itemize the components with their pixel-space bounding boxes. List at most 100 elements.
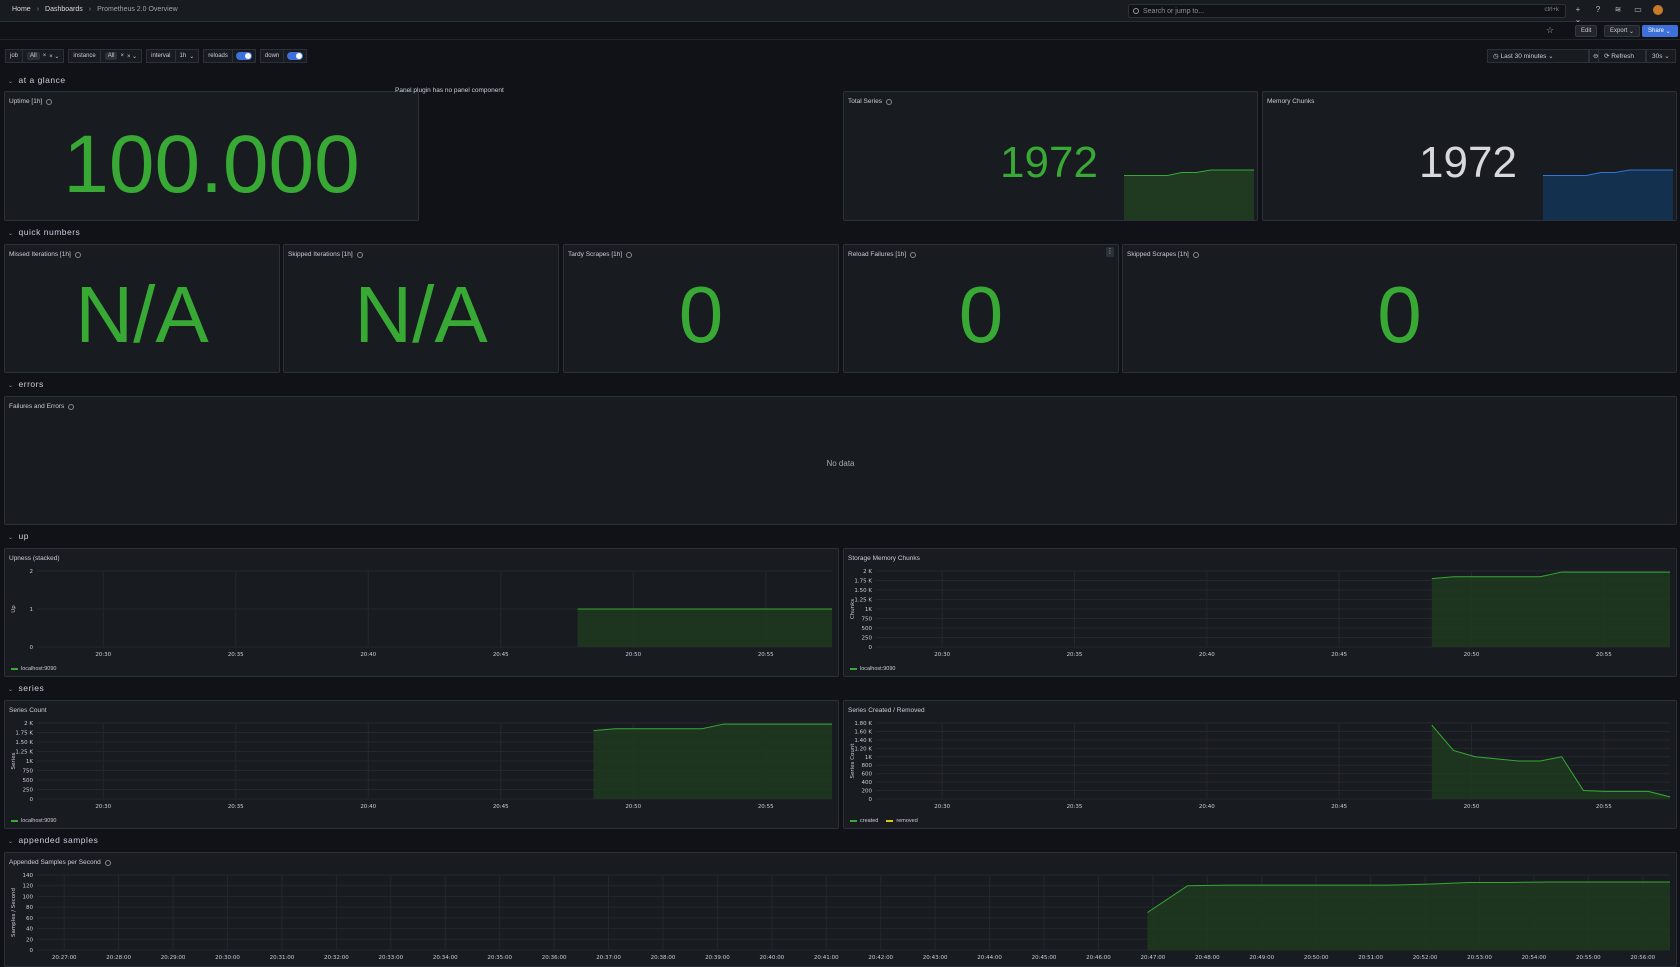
panel-tardy-scrapes[interactable]: Tardy Scrapes [1h] 0	[563, 244, 839, 373]
x-tick-label: 20:35:00	[487, 955, 512, 961]
breadcrumb-dashboards[interactable]: Dashboards	[45, 6, 83, 13]
skipped-value: N/A	[354, 270, 488, 359]
clear-icon[interactable]: × ⌄	[49, 53, 59, 60]
y-tick-label: 1.50 K	[854, 588, 872, 594]
chevron-down-icon: ⌄	[8, 383, 14, 389]
y-tick-label: 0	[30, 797, 34, 803]
y-tick-label: 80	[26, 905, 33, 911]
sparkline-area	[1124, 170, 1254, 220]
panel-storage-memory-chunks[interactable]: Storage Memory Chunks 0 250 500 750 1K 1.25 K…	[843, 548, 1677, 677]
reload-value: 0	[958, 270, 1004, 359]
x-tick-label: 20:41:00	[814, 955, 839, 961]
panel-series-created-removed[interactable]: Series Created / Removed 0 200 400 600 800 1K…	[843, 700, 1677, 829]
star-icon[interactable]: ☆	[1546, 25, 1554, 36]
share-button[interactable]: Share ⌄	[1642, 25, 1678, 37]
refresh-interval-picker[interactable]: 30s ⌄	[1646, 49, 1676, 63]
panel-memory-chunks[interactable]: Memory Chunks 1972	[1262, 91, 1677, 221]
y-tick-label: 100	[23, 894, 34, 900]
y-tick-label: 60	[26, 916, 33, 922]
dashboard-toolbar	[0, 22, 1680, 40]
info-icon[interactable]	[104, 859, 111, 866]
search-input[interactable]: Search or jump to... ctrl+k	[1128, 4, 1566, 18]
row-at-a-glance[interactable]: ⌄ at a glance	[8, 75, 66, 85]
news-icon[interactable]: ≋	[1613, 5, 1623, 15]
info-icon[interactable]	[1192, 251, 1199, 258]
legend-item-removed[interactable]: removed	[886, 818, 918, 824]
row-title: at a glance	[18, 75, 66, 85]
row-title: quick numbers	[18, 227, 81, 237]
panel-reload-failures[interactable]: Reload Failures [1h] ⋮ 0	[843, 244, 1119, 373]
x-tick-label: 20:45	[1331, 652, 1347, 658]
var-instance[interactable]: instance All × × ⌄	[68, 49, 143, 63]
clear-icon[interactable]: × ⌄	[127, 53, 137, 60]
legend-item[interactable]: localhost:9090	[11, 666, 56, 672]
y-axis-label: Up	[11, 605, 17, 613]
y-tick-label: 250	[862, 636, 873, 642]
panel-title: Upness (stacked)	[9, 555, 60, 562]
clock-icon: ◷	[1493, 53, 1501, 60]
info-icon[interactable]	[626, 251, 633, 258]
remove-icon[interactable]: ×	[43, 53, 47, 59]
panel-menu-icon[interactable]: ⋮	[1106, 247, 1114, 257]
info-icon[interactable]	[910, 251, 917, 258]
series-area	[1147, 882, 1670, 950]
legend-item-created[interactable]: created	[850, 818, 878, 824]
chevron-down-icon: ⌄	[8, 79, 14, 85]
row-appended-samples[interactable]: ⌄ appended samples	[8, 835, 98, 845]
avatar[interactable]	[1653, 5, 1663, 15]
panel-upness[interactable]: Upness (stacked) 0 1 2 20:30 20:35 20:40 20:45…	[4, 548, 839, 677]
y-tick-label: 500	[862, 626, 873, 632]
remove-icon[interactable]: ×	[120, 53, 124, 59]
var-job-value: All	[27, 52, 40, 60]
time-range-picker[interactable]: ◷ Last 30 minutes ⌄	[1487, 49, 1589, 63]
var-interval[interactable]: interval 1h ⌄	[146, 49, 200, 63]
info-icon[interactable]	[46, 98, 53, 105]
var-down[interactable]: down	[259, 49, 308, 63]
y-tick-label: 40	[26, 927, 33, 933]
panel-failures-and-errors[interactable]: Failures and Errors No data	[4, 396, 1677, 525]
tardy-value: 0	[678, 270, 724, 359]
info-icon[interactable]	[885, 98, 892, 105]
panel-skipped-scrapes[interactable]: Skipped Scrapes [1h] 0	[1122, 244, 1677, 373]
row-errors[interactable]: ⌄ errors	[8, 379, 44, 389]
panel-missed-iterations[interactable]: Missed Iterations [1h] N/A	[4, 244, 280, 373]
info-icon[interactable]	[74, 251, 81, 258]
plus-icon[interactable]: + ⌄	[1573, 5, 1583, 24]
panel-total-series[interactable]: Total Series 1972	[843, 91, 1258, 221]
panel-skipped-iterations[interactable]: Skipped Iterations [1h] N/A	[283, 244, 559, 373]
row-up[interactable]: ⌄ up	[8, 531, 29, 541]
info-icon[interactable]	[68, 403, 75, 410]
var-job[interactable]: job All × × ⌄	[5, 49, 65, 63]
breadcrumb-current: Prometheus 2.0 Overview	[97, 6, 178, 13]
refresh-button[interactable]: ⟳ Refresh	[1598, 49, 1646, 63]
x-tick-label: 20:40	[1199, 804, 1215, 810]
down-toggle[interactable]	[287, 52, 304, 60]
legend-item[interactable]: localhost:9090	[11, 818, 56, 824]
legend-item[interactable]: localhost:9090	[850, 666, 895, 672]
x-tick-label: 20:30	[95, 652, 111, 658]
panel-title: Appended Samples per Second	[9, 859, 101, 866]
x-tick-label: 20:50	[1464, 804, 1480, 810]
legend: localhost:9090	[11, 818, 56, 824]
search-shortcut: ctrl+k	[1544, 7, 1559, 13]
edit-button[interactable]: Edit	[1575, 25, 1598, 37]
panel-appended-samples[interactable]: Appended Samples per Second 0 20 40 60 80 100…	[4, 852, 1677, 967]
row-series[interactable]: ⌄ series	[8, 683, 44, 693]
row-quick-numbers[interactable]: ⌄ quick numbers	[8, 227, 80, 237]
breadcrumb-home[interactable]: Home	[12, 6, 31, 13]
help-icon[interactable]: ?	[1593, 5, 1603, 15]
reloads-toggle[interactable]	[235, 52, 252, 60]
breadcrumb: Home › Dashboards › Prometheus 2.0 Overv…	[12, 6, 178, 13]
export-button[interactable]: Export ⌄	[1604, 25, 1641, 37]
x-tick-label: 20:49:00	[1249, 955, 1274, 961]
missed-value: N/A	[75, 270, 209, 359]
y-axis-label: Chunks	[850, 599, 856, 619]
var-reloads[interactable]: reloads	[203, 49, 256, 63]
x-tick-label: 20:54:00	[1522, 955, 1547, 961]
panel-uptime[interactable]: Uptime [1h] 100.000	[4, 91, 419, 221]
storage-chart: 0 250 500 750 1K 1.25 K 1.50 K 1.75 K 2 K 20:30 20…	[850, 569, 1670, 658]
kiosk-icon[interactable]: ▭	[1633, 5, 1643, 15]
panel-series-count[interactable]: Series Count 0 250 500 750 1K 1.25 K 1.50 K 1.7…	[4, 700, 839, 829]
info-icon[interactable]	[356, 251, 363, 258]
legend-label: localhost:9090	[21, 666, 57, 672]
